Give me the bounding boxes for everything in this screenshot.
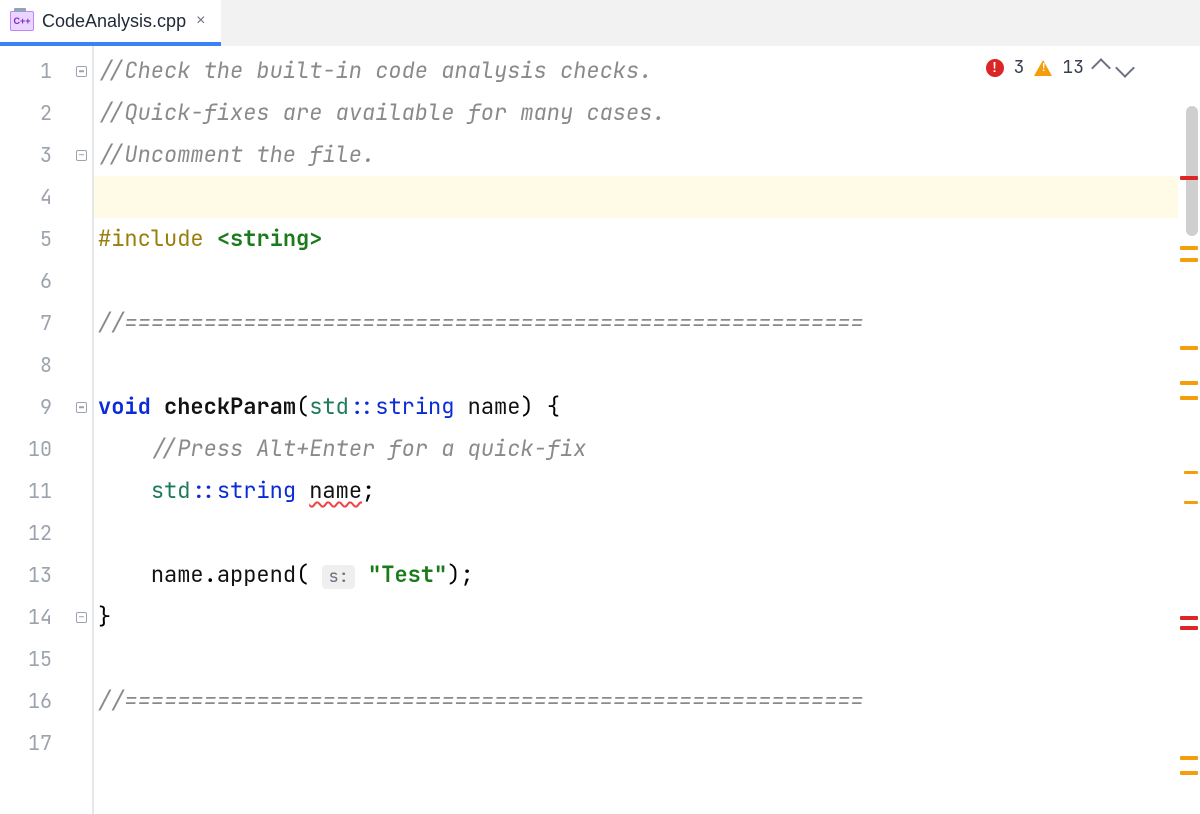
warning-marker[interactable]: [1180, 771, 1198, 775]
redeclared-variable: name: [309, 476, 362, 505]
type-name: string: [375, 392, 454, 421]
comment-text: //Quick-fixes are available for many cas…: [98, 98, 666, 127]
warning-marker[interactable]: [1180, 258, 1198, 262]
line-number: 3: [0, 134, 70, 176]
line-number-gutter: 1 2 3 4 5 6 7 8 9 10 11 12 13 14 15 16 1…: [0, 46, 70, 814]
namespace: std: [309, 392, 349, 421]
line-number: 15: [0, 638, 70, 680]
line-number: 16: [0, 680, 70, 722]
line-number: 17: [0, 722, 70, 764]
code-line[interactable]: name.append( s: "Test");: [94, 554, 1178, 596]
comment-text: //Check the built-in code analysis check…: [98, 56, 652, 85]
code-line[interactable]: }: [94, 596, 1178, 638]
tab-filename: CodeAnalysis.cpp: [42, 11, 186, 32]
line-number: 8: [0, 344, 70, 386]
warning-marker[interactable]: [1184, 471, 1198, 474]
code-editor[interactable]: 1 2 3 4 5 6 7 8 9 10 11 12 13 14 15 16 1…: [0, 46, 1200, 814]
comment-text: //Press Alt+Enter for a quick-fix: [151, 434, 587, 463]
line-number: 7: [0, 302, 70, 344]
code-line[interactable]: //======================================…: [94, 302, 1178, 344]
code-line[interactable]: //======================================…: [94, 680, 1178, 722]
code-line-current[interactable]: [94, 176, 1178, 218]
error-marker[interactable]: [1180, 176, 1198, 180]
tab-bar: C++ CodeAnalysis.cpp ×: [0, 0, 1200, 46]
separator-comment: //======================================…: [98, 308, 864, 337]
warning-marker[interactable]: [1180, 346, 1198, 350]
include-header: <string>: [217, 224, 323, 253]
line-number: 6: [0, 260, 70, 302]
code-line[interactable]: [94, 344, 1178, 386]
line-number: 10: [0, 428, 70, 470]
line-number: 5: [0, 218, 70, 260]
line-number: 13: [0, 554, 70, 596]
line-number: 12: [0, 512, 70, 554]
namespace: std: [151, 476, 191, 505]
line-number: 4: [0, 176, 70, 218]
editor-tab[interactable]: C++ CodeAnalysis.cpp ×: [0, 0, 221, 46]
line-number: 1: [0, 50, 70, 92]
parameter-hint: s:: [322, 565, 354, 589]
function-name: checkParam: [164, 392, 296, 421]
fold-toggle-icon[interactable]: [76, 66, 87, 77]
code-line[interactable]: [94, 260, 1178, 302]
code-line[interactable]: //Uncomment the file.: [94, 134, 1178, 176]
editor-window: C++ CodeAnalysis.cpp × 1 2 3 4 5 6 7 8 9…: [0, 0, 1200, 814]
error-stripe[interactable]: [1178, 46, 1200, 814]
warning-marker[interactable]: [1180, 396, 1198, 400]
type-name: string: [217, 476, 296, 505]
code-line[interactable]: void checkParam(std::string name) {: [94, 386, 1178, 428]
object-name: name: [151, 560, 204, 589]
fold-end-icon[interactable]: [76, 150, 87, 161]
error-marker[interactable]: [1180, 626, 1198, 630]
keyword-void: void: [98, 392, 151, 421]
comment-text: //Uncomment the file.: [98, 140, 375, 169]
line-number: 11: [0, 470, 70, 512]
code-line[interactable]: [94, 638, 1178, 680]
fold-toggle-icon[interactable]: [76, 402, 87, 413]
code-line[interactable]: std::string name;: [94, 470, 1178, 512]
code-line[interactable]: [94, 512, 1178, 554]
line-number: 14: [0, 596, 70, 638]
warning-marker[interactable]: [1180, 756, 1198, 760]
warning-marker[interactable]: [1180, 381, 1198, 385]
scrollbar-thumb[interactable]: [1186, 106, 1198, 236]
param-name: name: [468, 392, 521, 421]
fold-end-icon[interactable]: [76, 612, 87, 623]
preprocessor: #include: [98, 224, 217, 253]
warning-marker[interactable]: [1184, 501, 1198, 504]
code-line[interactable]: #include <string>: [94, 218, 1178, 260]
warning-marker[interactable]: [1180, 246, 1198, 250]
cpp-file-icon: C++: [10, 11, 34, 31]
code-line[interactable]: //Quick-fixes are available for many cas…: [94, 92, 1178, 134]
string-literal: "Test": [368, 560, 447, 589]
code-line[interactable]: [94, 722, 1178, 764]
line-number: 2: [0, 92, 70, 134]
error-marker[interactable]: [1180, 616, 1198, 620]
separator-comment: //======================================…: [98, 686, 864, 715]
method-name: append: [217, 560, 296, 589]
code-line[interactable]: //Press Alt+Enter for a quick-fix: [94, 428, 1178, 470]
code-content[interactable]: ! 3 13 //Check the built-in code analysi…: [94, 46, 1178, 814]
code-line[interactable]: //Check the built-in code analysis check…: [94, 50, 1178, 92]
close-tab-button[interactable]: ×: [194, 10, 207, 32]
fold-gutter: [70, 46, 94, 814]
line-number: 9: [0, 386, 70, 428]
